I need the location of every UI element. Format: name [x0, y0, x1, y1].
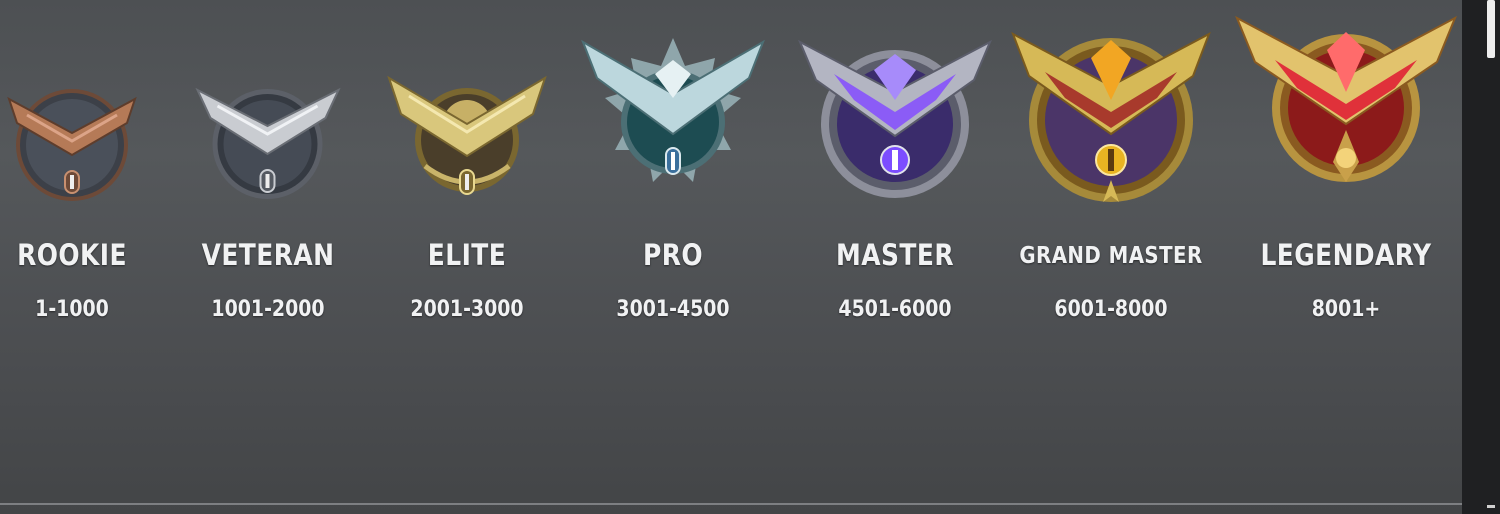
rank-name: VETERAN	[201, 238, 335, 272]
vertical-scrollbar[interactable]	[1462, 0, 1500, 514]
rank-name: ELITE	[427, 238, 507, 272]
rank-name: LEGENDARY	[1260, 238, 1432, 272]
rank-range: 8001+	[1311, 297, 1381, 322]
rank-range: 1-1000	[35, 297, 109, 322]
scrollbar-thumb[interactable]	[1487, 0, 1495, 58]
veteran-badge-icon	[195, 82, 341, 204]
rank-name: GRAND MASTER	[1019, 243, 1203, 269]
rookie-badge-icon	[7, 85, 137, 205]
master-badge-icon	[797, 26, 993, 204]
pro-badge-icon	[581, 38, 765, 202]
grand-master-badge-icon	[1011, 16, 1211, 210]
rank-name: PRO	[643, 238, 703, 272]
rank-range: 1001-2000	[211, 297, 325, 322]
rank-range: 2001-3000	[410, 297, 524, 322]
scrollbar-end-marker	[1487, 505, 1495, 508]
elite-badge-icon	[387, 74, 547, 202]
rank-range: 6001-8000	[1054, 297, 1168, 322]
bottom-divider	[0, 503, 1462, 505]
rank-range: 4501-6000	[838, 297, 952, 322]
legendary-badge-icon	[1235, 12, 1457, 188]
rank-range: 3001-4500	[616, 297, 730, 322]
rank-name: MASTER	[836, 238, 954, 272]
rank-name: ROOKIE	[17, 238, 127, 272]
